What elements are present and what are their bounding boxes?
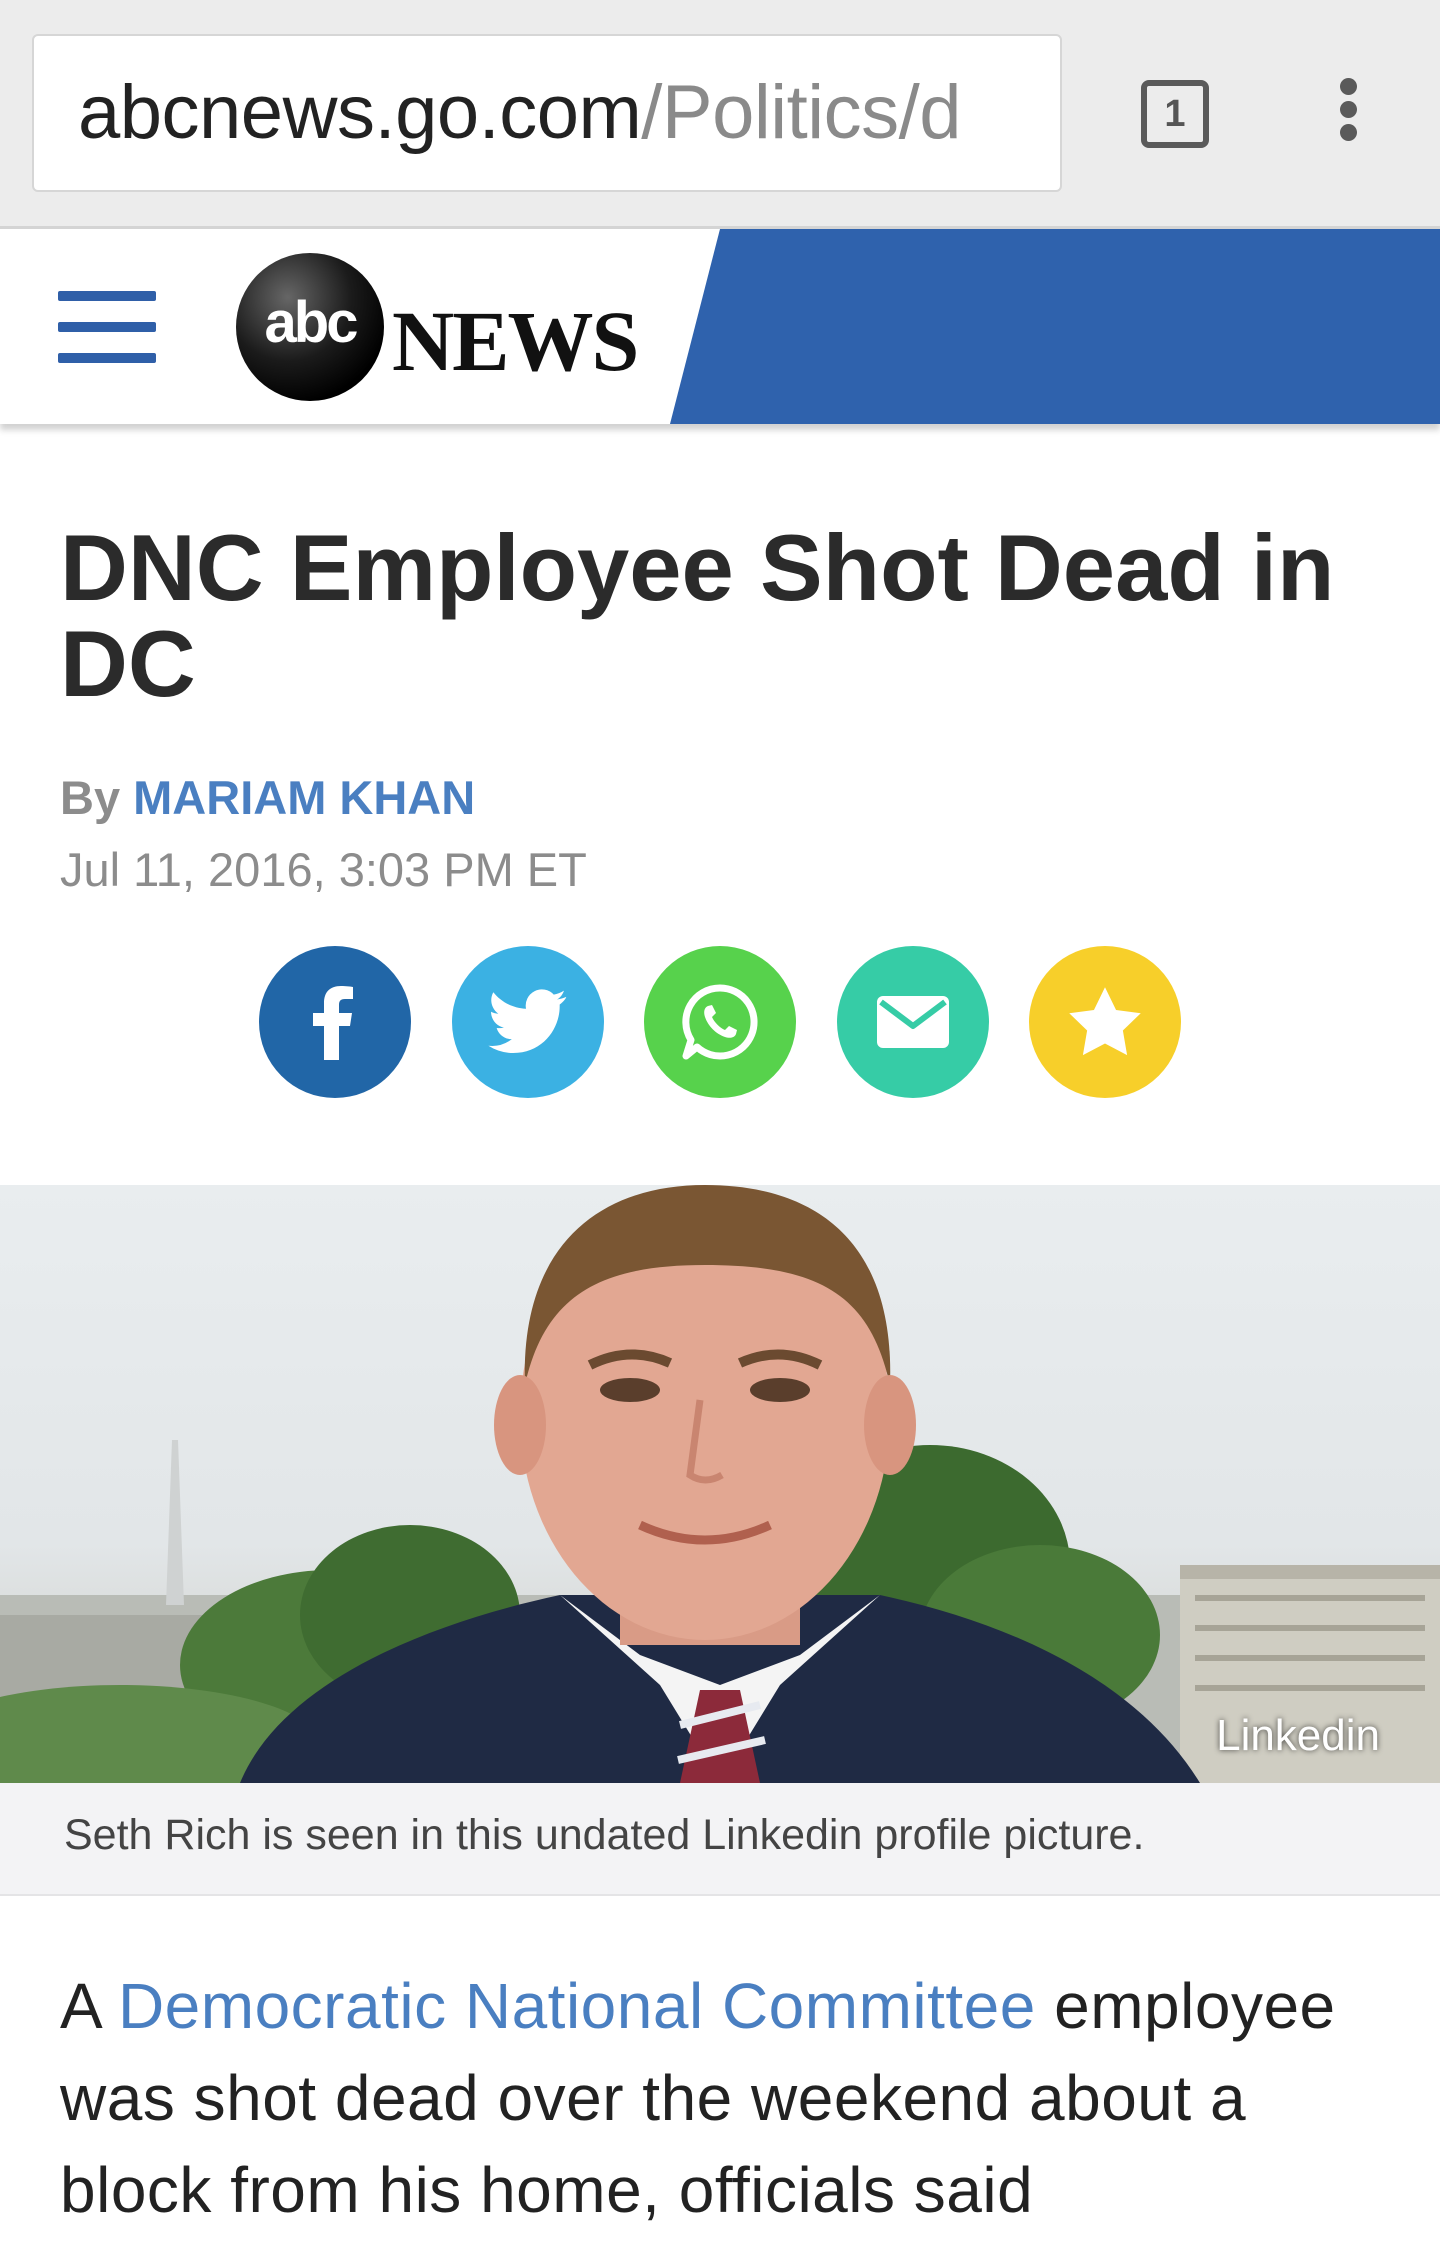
address-bar[interactable]: abcnews.go.com/Politics/d [32, 34, 1062, 192]
article-headline: DNC Employee Shot Dead in DC [60, 515, 1335, 716]
twitter-icon [487, 989, 566, 1054]
url-domain: abcnews.go.com [78, 70, 642, 155]
site-header: abc NEWS [0, 229, 1440, 424]
logo-abc-text: abc [264, 290, 359, 355]
facebook-icon [313, 986, 353, 1060]
article-body-paragraph: A Democratic National Committee employee… [60, 1960, 1390, 2236]
photo-illustration [0, 1185, 1440, 1783]
browser-toolbar: abcnews.go.com/Politics/d 1 [0, 0, 1440, 229]
overflow-menu-icon[interactable] [1330, 78, 1366, 150]
share-buttons [259, 946, 1181, 1098]
email-share-button[interactable] [836, 946, 989, 1098]
favorite-button[interactable] [1029, 946, 1181, 1098]
publish-date: Jul 11, 2016, 3:03 PM ET [60, 843, 587, 896]
author-link[interactable]: MARIAM KHAN [133, 771, 475, 824]
url-path: /Politics/d [641, 70, 962, 155]
photo-credit: Linkedin [1216, 1711, 1380, 1760]
byline-label: By [60, 771, 121, 824]
logo-news-text: NEWS [392, 293, 639, 389]
article-photo: Linkedin [0, 1185, 1440, 1783]
whatsapp-share-button[interactable] [644, 946, 796, 1098]
body-text-start: A [60, 1970, 118, 2042]
hamburger-menu-icon[interactable] [58, 291, 156, 363]
star-icon [1069, 987, 1141, 1056]
whatsapp-icon [682, 984, 758, 1060]
abc-news-logo[interactable]: abc NEWS [232, 251, 652, 401]
tab-switcher-button[interactable]: 1 [1141, 80, 1209, 148]
header-brand-band [670, 229, 1440, 424]
email-icon [876, 996, 949, 1048]
dnc-link[interactable]: Democratic National Committee [118, 1970, 1036, 2042]
facebook-share-button[interactable] [259, 946, 411, 1098]
twitter-share-button[interactable] [451, 946, 604, 1098]
byline: By MARIAM KHAN [60, 770, 475, 825]
photo-caption: Seth Rich is seen in this undated Linked… [0, 1783, 1440, 1896]
caption-text: Seth Rich is seen in this undated Linked… [64, 1811, 1145, 1859]
